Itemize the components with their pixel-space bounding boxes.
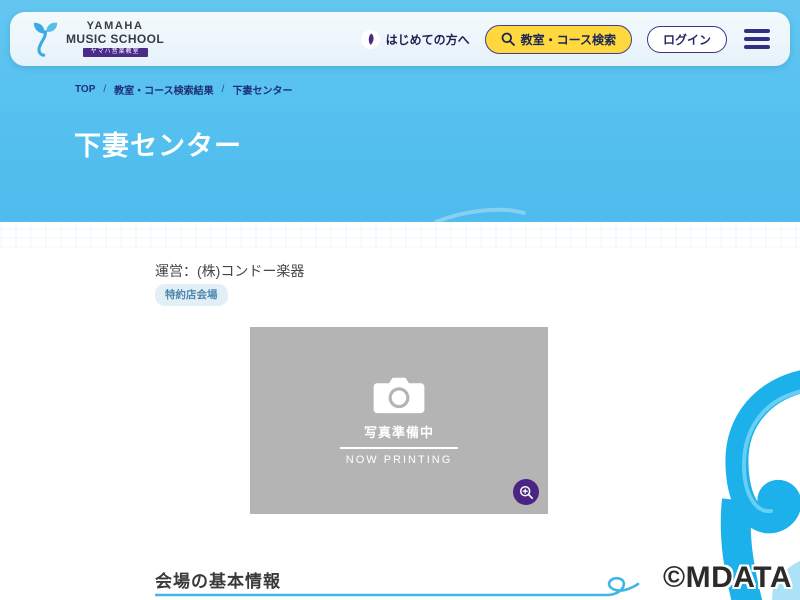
hamburger-icon [744,29,770,33]
logo-text: YAMAHA MUSIC SCHOOL ヤマハ音楽教室 [66,21,164,56]
header-bar: YAMAHA MUSIC SCHOOL ヤマハ音楽教室 はじめての方へ 教室・コ… [10,12,790,66]
logo-banner: ヤマハ音楽教室 [83,48,148,57]
course-search-label: 教室・コース検索 [521,31,616,48]
magnifier-icon [501,32,515,46]
page-title: 下妻センター [74,124,242,163]
heading-underline-decoration [155,576,655,600]
photo-zoom-button[interactable] [513,479,539,505]
leaf-circle-icon [361,30,380,49]
magnifier-plus-icon [519,485,534,500]
yamaha-music-school-logo[interactable]: YAMAHA MUSIC SCHOOL ヤマハ音楽教室 [32,20,164,58]
breadcrumb-top-link[interactable]: TOP [75,84,95,95]
breadcrumb-separator: / [222,84,225,95]
menu-button[interactable] [742,25,772,53]
venue-type-badge: 特約店会場 [155,284,228,306]
page: YAMAHA MUSIC SCHOOL ヤマハ音楽教室 はじめての方へ 教室・コ… [0,0,800,600]
photo-placeholder: 写真準備中 NOW PRINTING [250,327,548,514]
logo-line2: MUSIC SCHOOL [66,33,164,46]
sprout-icon [32,20,59,58]
photo-caption-divider [340,447,458,449]
wave-texture-band [0,222,800,248]
breadcrumb-separator: / [103,84,106,95]
breadcrumb-search-results-link[interactable]: 教室・コース検索結果 [114,82,214,97]
login-button[interactable]: ログイン [647,26,727,53]
photo-caption-jp: 写真準備中 [364,422,434,441]
photo-caption-en: NOW PRINTING [346,454,453,466]
breadcrumb: TOP / 教室・コース検索結果 / 下妻センター [75,82,292,97]
watermark: ©MDATA [663,561,792,595]
header-actions: はじめての方へ 教室・コース検索 ログイン [361,25,772,54]
operator-text: 運営：(株)コンドー楽器 [155,261,304,281]
first-time-link[interactable]: はじめての方へ [361,30,470,49]
first-time-label: はじめての方へ [386,31,470,48]
camera-icon [370,373,428,417]
breadcrumb-current: 下妻センター [232,82,292,97]
course-search-button[interactable]: 教室・コース検索 [485,25,632,54]
